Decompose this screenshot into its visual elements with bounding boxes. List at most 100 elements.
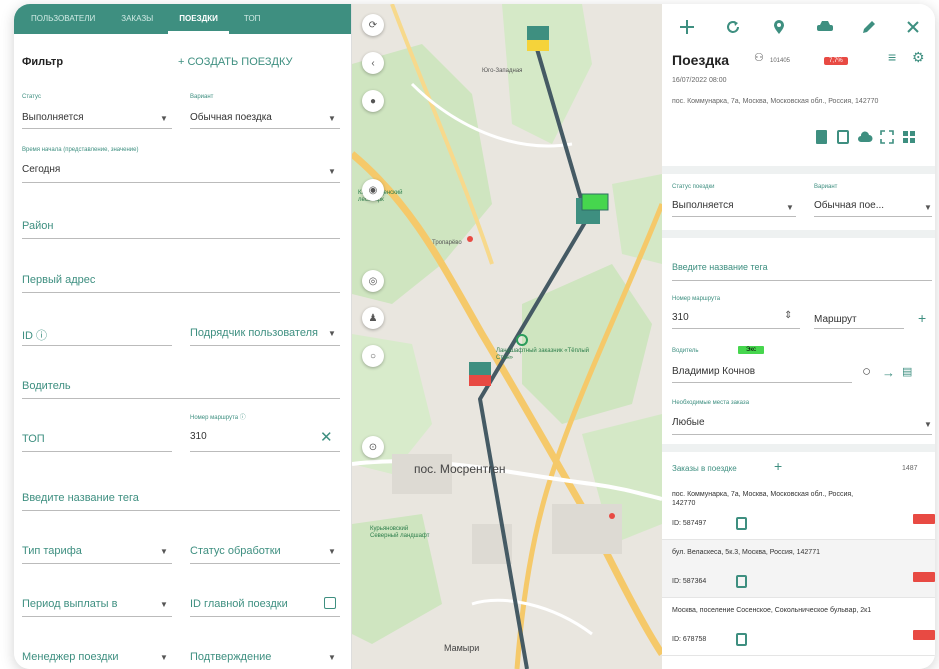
chevron-down-icon[interactable]: ▼ <box>786 203 794 212</box>
chevron-down-icon[interactable]: ▼ <box>328 329 336 338</box>
eye-icon[interactable]: ◎ <box>362 270 384 292</box>
driver-input[interactable]: Водитель <box>22 380 71 392</box>
main-trip-id-input[interactable]: ID главной поездки <box>190 598 288 610</box>
info-icon[interactable]: ● <box>362 90 384 112</box>
chevron-down-icon[interactable]: ▼ <box>160 600 168 609</box>
stepper-icon[interactable]: ⇕ <box>784 310 792 321</box>
chevron-down-icon[interactable]: ▼ <box>924 203 932 212</box>
id-input[interactable]: ID ⓘ <box>22 327 47 343</box>
tab-top[interactable]: ТОП <box>233 4 272 34</box>
fullscreen-icon[interactable] <box>876 126 898 148</box>
district-input[interactable]: Район <box>22 220 53 232</box>
time-label: Время начала (представление, значение) <box>22 147 139 153</box>
app-card: ПОЛЬЗОВАТЕЛИ ЗАКАЗЫ ПОЕЗДКИ ТОП Фильтр +… <box>14 4 935 669</box>
confirmation-select[interactable]: Подтверждение <box>190 651 271 663</box>
message-icon[interactable]: ▤ <box>902 365 912 378</box>
move-icon[interactable] <box>676 16 698 38</box>
order-row[interactable]: Москва, поселение Сосенское, Сокольничес… <box>662 598 935 656</box>
tag-input[interactable]: Введите название тега <box>22 492 139 504</box>
map-label-bottom: Мамыри <box>444 643 480 653</box>
orders-header: Заказы в поездке <box>672 464 737 473</box>
refresh-icon[interactable]: ⟳ <box>362 14 384 36</box>
location-icon[interactable]: ◉ <box>362 179 384 201</box>
tab-trips[interactable]: ПОЕЗДКИ <box>168 4 229 34</box>
circle-icon[interactable]: ○ <box>362 345 384 367</box>
driver-label: Водитель <box>672 348 699 354</box>
trip-manager-select[interactable]: Менеджер поездки <box>22 651 119 663</box>
order-address: пос. Коммунарка, 7а, Москва, Московская … <box>672 491 854 507</box>
grid-icon[interactable] <box>898 126 920 148</box>
car-icon[interactable] <box>814 16 836 38</box>
trip-route-number-label: Номер маршрута <box>672 296 721 302</box>
create-trip-button[interactable]: + СОЗДАТЬ ПОЕЗДКУ <box>178 56 292 68</box>
menu-icon[interactable]: ≡ <box>888 50 896 64</box>
chevron-down-icon[interactable]: ▼ <box>160 653 168 662</box>
status-label: Статус <box>22 94 41 100</box>
tab-orders[interactable]: ЗАКАЗЫ <box>110 4 164 34</box>
chevron-down-icon[interactable]: ▼ <box>924 420 932 429</box>
chevron-down-icon[interactable]: ▼ <box>328 114 336 123</box>
gear-icon[interactable]: ⚙ <box>912 50 925 64</box>
calendar-icon[interactable] <box>324 597 336 609</box>
chevron-down-icon[interactable]: ▼ <box>328 167 336 176</box>
status-badge: 7,7% <box>824 57 848 65</box>
payout-period-select[interactable]: Период выплаты в <box>22 598 117 610</box>
order-address: бул. Веласкеса, 5к.3, Москва, Россия, 14… <box>672 549 820 556</box>
trip-route-number-input[interactable]: 310 <box>672 312 689 323</box>
trip-variant-select[interactable]: Обычная пое... <box>814 200 884 211</box>
person-icon: ⚇ <box>754 52 764 64</box>
order-badge <box>913 514 935 524</box>
order-id: ID: 678758 <box>672 636 707 643</box>
driver-badge: Экс <box>738 346 765 354</box>
top-input[interactable]: ТОП <box>22 433 45 445</box>
chevron-down-icon[interactable]: ▼ <box>328 547 336 556</box>
filter-panel: ПОЛЬЗОВАТЕЛИ ЗАКАЗЫ ПОЕЗДКИ ТОП Фильтр +… <box>14 4 352 669</box>
tab-users[interactable]: ПОЛЬЗОВАТЕЛИ <box>20 4 106 34</box>
status-select[interactable]: Выполняется <box>22 112 84 123</box>
driver-input[interactable]: Владимир Кочнов <box>672 366 755 377</box>
add-order-icon[interactable]: + <box>774 458 782 474</box>
order-row[interactable]: бул. Веласкеса, 5к.3, Москва, Россия, 14… <box>662 540 935 598</box>
order-row[interactable]: пос. Коммунарка, 7а, Москва, Московская … <box>662 482 935 540</box>
trip-icon <box>736 575 747 588</box>
refresh-icon[interactable] <box>722 16 744 38</box>
map-view[interactable]: пос. Мосрентген Мамыри Ландшафтный заказ… <box>352 4 662 669</box>
trip-status-select[interactable]: Выполняется <box>672 200 734 211</box>
map-label-settlement: пос. Мосрентген <box>414 462 506 476</box>
trip-code: 101405 <box>770 58 791 64</box>
filter-title: Фильтр <box>22 56 64 68</box>
chevron-down-icon[interactable]: ▼ <box>328 653 336 662</box>
pin-icon[interactable] <box>768 16 790 38</box>
target-icon[interactable]: ⊙ <box>362 436 384 458</box>
route-number-label: Номер маршрута ⓘ <box>190 415 246 421</box>
clear-icon[interactable]: ✕ <box>320 428 333 446</box>
cloud-icon[interactable] <box>854 126 876 148</box>
circle-icon[interactable]: ○ <box>862 363 871 380</box>
variant-select[interactable]: Обычная поездка <box>190 112 272 123</box>
trip-panel: Поездка ⚇ 101405 7,7% ≡ ⚙ 16/07/2022 08:… <box>662 4 935 669</box>
trip-icon <box>736 633 747 646</box>
add-route-icon[interactable]: + <box>918 310 926 326</box>
route-number-input[interactable]: 310 <box>190 431 207 442</box>
required-seats-select[interactable]: Любые <box>672 417 705 428</box>
collapse-icon[interactable]: ‹ <box>362 52 384 74</box>
processing-status-select[interactable]: Статус обработки <box>190 545 281 557</box>
document-icon[interactable] <box>810 126 832 148</box>
trip-variant-label: Вариант <box>814 184 838 190</box>
edit-icon[interactable] <box>858 16 880 38</box>
chevron-down-icon[interactable]: ▼ <box>160 114 168 123</box>
chevron-down-icon[interactable]: ▼ <box>160 547 168 556</box>
route-select[interactable]: Маршрут <box>814 314 857 325</box>
first-address-input[interactable]: Первый адрес <box>22 274 95 286</box>
close-icon[interactable] <box>902 16 924 38</box>
clipboard-icon[interactable] <box>832 126 854 148</box>
user-search-select[interactable]: Подрядчик пользователя <box>190 327 318 339</box>
tariff-type-select[interactable]: Тип тарифа <box>22 545 82 557</box>
arrow-right-icon[interactable]: → <box>882 365 895 380</box>
trip-tag-input[interactable]: Введите название тега <box>672 262 768 272</box>
person-icon[interactable]: ♟ <box>362 307 384 329</box>
order-badge <box>913 630 935 640</box>
trip-datetime: 16/07/2022 08:00 <box>672 77 727 84</box>
trip-status-label: Статус поездки <box>672 184 715 190</box>
time-select[interactable]: Сегодня <box>22 164 60 175</box>
